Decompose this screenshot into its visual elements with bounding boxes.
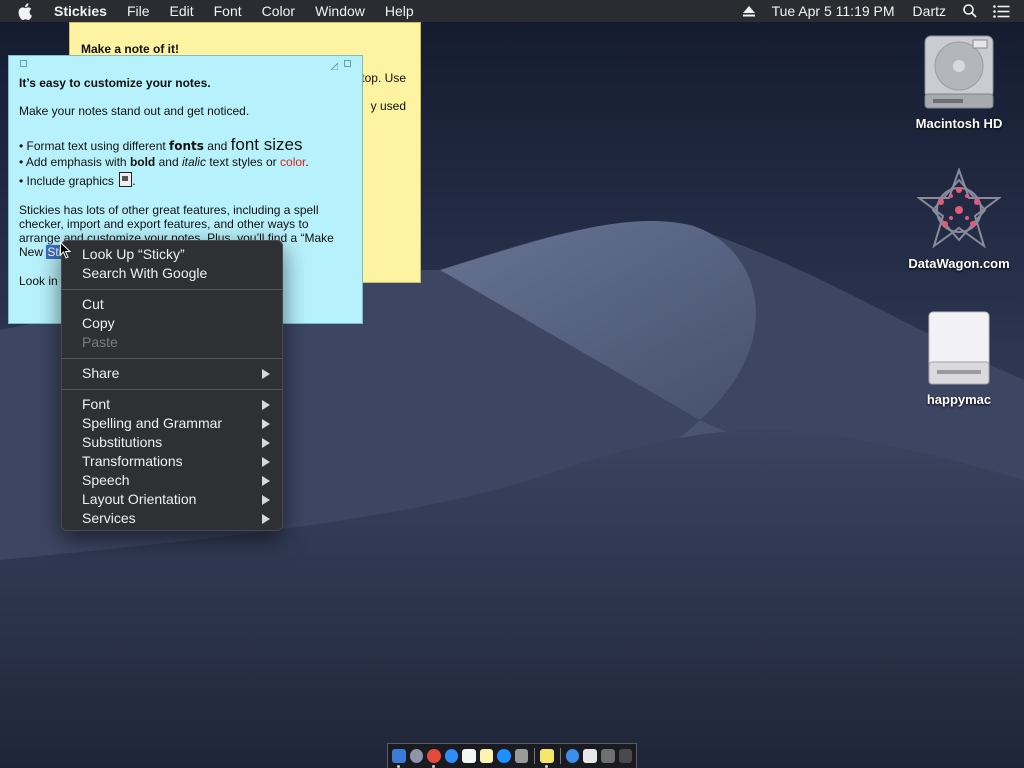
menu-item-paste: Paste (82, 334, 118, 350)
chrome-icon[interactable] (427, 749, 441, 768)
submenu-arrow-icon (262, 419, 270, 429)
submenu-arrow-icon (262, 400, 270, 410)
collapse-icon[interactable] (344, 60, 351, 67)
document-icon[interactable] (583, 749, 597, 763)
notification-center-icon[interactable] (985, 0, 1024, 22)
menu-item-look-up[interactable]: Look Up “Sticky” (62, 245, 282, 264)
submenu-arrow-icon (262, 438, 270, 448)
menu-file[interactable]: File (117, 0, 160, 22)
dock-divider (559, 748, 561, 764)
menu-app-stickies[interactable]: Stickies (54, 0, 117, 22)
menu-item-font[interactable]: Font (62, 395, 282, 414)
spotlight-search-icon[interactable] (955, 0, 985, 22)
hard-drive-icon (924, 35, 994, 109)
menu-item-speech[interactable]: Speech (62, 471, 282, 490)
context-menu: Look Up “Sticky” Search With Google Cut … (61, 240, 283, 531)
note-titlebar[interactable] (9, 56, 362, 71)
dock (387, 743, 637, 768)
resize-icon[interactable] (329, 59, 339, 71)
trash-icon[interactable] (618, 749, 633, 763)
note-heading: It’s easy to customize your notes. (19, 76, 211, 90)
launchpad-icon[interactable] (409, 749, 424, 763)
menu-color[interactable]: Color (252, 0, 305, 22)
menu-item-search-with-google[interactable]: Search With Google (62, 264, 282, 283)
downloads-folder-icon[interactable] (600, 749, 615, 763)
system-preferences-icon[interactable] (514, 749, 529, 763)
safari-icon[interactable] (444, 749, 459, 763)
menu-bar: Stickies File Edit Font Color Window Hel… (0, 0, 1024, 22)
app-store-icon[interactable] (497, 749, 511, 763)
menu-window[interactable]: Window (305, 0, 375, 22)
note-bullet-fonts: • Format text using different fonts and … (19, 135, 303, 154)
submenu-arrow-icon (262, 495, 270, 505)
desktop-icon-label: Macintosh HD (915, 116, 1003, 131)
note-intro: Make your notes stand out and get notice… (19, 104, 250, 118)
menu-separator (62, 389, 282, 390)
menu-item-services[interactable]: Services (62, 509, 282, 528)
app-store-icon[interactable] (565, 749, 580, 763)
close-icon[interactable] (20, 60, 27, 67)
menu-item-copy[interactable]: Copy (62, 314, 282, 333)
calendar-icon[interactable] (462, 749, 476, 763)
menu-font[interactable]: Font (204, 0, 252, 22)
network-server-icon (917, 168, 1001, 249)
menu-item-share[interactable]: Share (62, 364, 282, 383)
submenu-arrow-icon (262, 514, 270, 524)
menu-item-layout-orientation[interactable]: Layout Orientation (62, 490, 282, 509)
notes-icon[interactable] (479, 749, 494, 763)
yellow-note-title: Make a note of it! (81, 42, 180, 56)
note-bullet-graphics: • Include graphics . (19, 172, 136, 188)
yellow-note-text-fragment: top. Use (361, 71, 406, 85)
graphic-image-icon (119, 172, 133, 187)
external-drive-icon (928, 311, 990, 385)
apple-icon[interactable] (18, 0, 38, 22)
desktop-icon-label: happymac (926, 392, 992, 407)
desktop-icon-happymac[interactable]: happymac (904, 308, 1014, 407)
stickies-icon[interactable] (540, 749, 554, 768)
menu-item-spelling-and-grammar[interactable]: Spelling and Grammar (62, 414, 282, 433)
eject-icon[interactable] (735, 0, 763, 22)
desktop-icon-macintosh-hd[interactable]: Macintosh HD (904, 32, 1014, 131)
menu-separator (62, 289, 282, 290)
submenu-arrow-icon (262, 457, 270, 467)
desktop-icon-label: DataWagon.com (908, 256, 1010, 271)
menubar-user[interactable]: Dartz (904, 0, 955, 22)
menu-help[interactable]: Help (375, 0, 424, 22)
dock-divider (534, 748, 536, 764)
menu-item-substitutions[interactable]: Substitutions (62, 433, 282, 452)
submenu-arrow-icon (262, 369, 270, 379)
menu-separator (62, 358, 282, 359)
mouse-pointer-icon (60, 242, 71, 259)
menubar-clock[interactable]: Tue Apr 5 11:19 PM (763, 0, 904, 22)
finder-icon[interactable] (392, 749, 406, 768)
menu-edit[interactable]: Edit (160, 0, 204, 22)
yellow-note-text-fragment: y used (370, 99, 406, 113)
note-bullet-emphasis: • Add emphasis with bold and italic text… (19, 155, 309, 169)
menu-item-cut[interactable]: Cut (62, 295, 282, 314)
desktop-icon-datawagon[interactable]: DataWagon.com (904, 168, 1014, 271)
submenu-arrow-icon (262, 476, 270, 486)
menu-item-transformations[interactable]: Transformations (62, 452, 282, 471)
